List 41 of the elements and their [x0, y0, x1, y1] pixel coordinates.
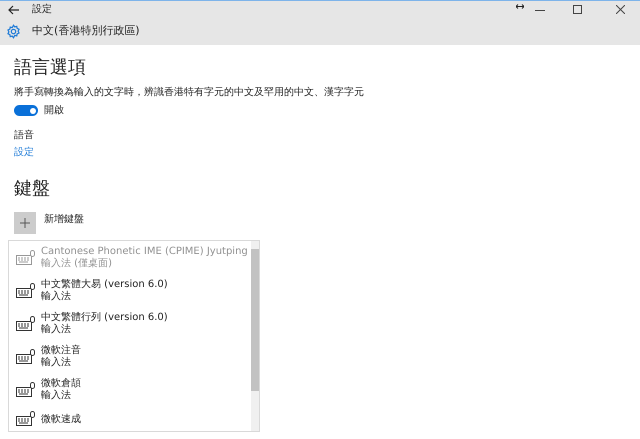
keyboard-item[interactable]: 微軟倉頡 輸入法: [16, 378, 251, 401]
toggle-label: 開啟: [44, 104, 64, 118]
window-title: 設定: [32, 2, 52, 17]
keyboard-item[interactable]: 中文繁體大易 (version 6.0) 輸入法: [16, 279, 251, 302]
speech-label: 語音: [14, 128, 35, 143]
section-heading: 語言選項: [14, 56, 87, 80]
keyboard-item[interactable]: 微軟注音 輸入法: [16, 345, 251, 368]
keyboard-name: 微軟注音: [41, 345, 81, 356]
plus-icon: [20, 218, 30, 228]
keyboard-item[interactable]: 中文繁體行列 (version 6.0) 輸入法: [16, 312, 251, 335]
keyboard-item[interactable]: 微軟速成: [16, 411, 251, 427]
keyboard-icon: [16, 250, 36, 266]
keyboard-icon: [16, 411, 36, 427]
keyboard-icon: [16, 316, 36, 332]
toggle-switch[interactable]: [14, 105, 38, 116]
keyboard-type: 輸入法 (僅桌面): [41, 258, 113, 269]
keyboard-icon: [16, 348, 36, 364]
add-keyboard-label: 新增鍵盤: [44, 212, 84, 227]
resize-arrows-icon: [516, 4, 524, 9]
keyboard-name: 微軟速成: [41, 414, 81, 424]
settings-icon: [6, 24, 21, 39]
add-keyboard-button[interactable]: [14, 212, 36, 234]
section-heading: 鍵盤: [14, 177, 51, 201]
description-text: 將手寫轉換為輸入的文字時，辨識香港特有字元的中文及罕用的中文、漢字字元: [14, 86, 365, 100]
back-arrow-icon: [8, 4, 20, 14]
settings-link[interactable]: 設定: [14, 145, 34, 160]
keyboard-type: 輸入法: [41, 357, 72, 368]
keyboard-icon: [16, 382, 36, 398]
keyboard-name: 中文繁體大易 (version 6.0): [41, 279, 168, 290]
keyboard-type: 輸入法: [41, 390, 72, 401]
close-icon: [616, 5, 624, 14]
keyboard-type: 輸入法: [41, 291, 72, 302]
scrollbar-thumb[interactable]: [251, 249, 259, 391]
keyboard-name: 中文繁體行列 (version 6.0): [41, 312, 168, 323]
keyboard-type: 輸入法: [41, 324, 72, 335]
maximize-icon: [572, 5, 582, 14]
keyboard-name: 微軟倉頡: [41, 378, 81, 389]
page-title: 中文(香港特別行政區): [32, 23, 140, 40]
scrollbar[interactable]: [251, 241, 259, 431]
keyboard-icon: [16, 282, 36, 298]
keyboard-name: Cantonese Phonetic IME (CPIME) Jyutping: [41, 246, 248, 257]
